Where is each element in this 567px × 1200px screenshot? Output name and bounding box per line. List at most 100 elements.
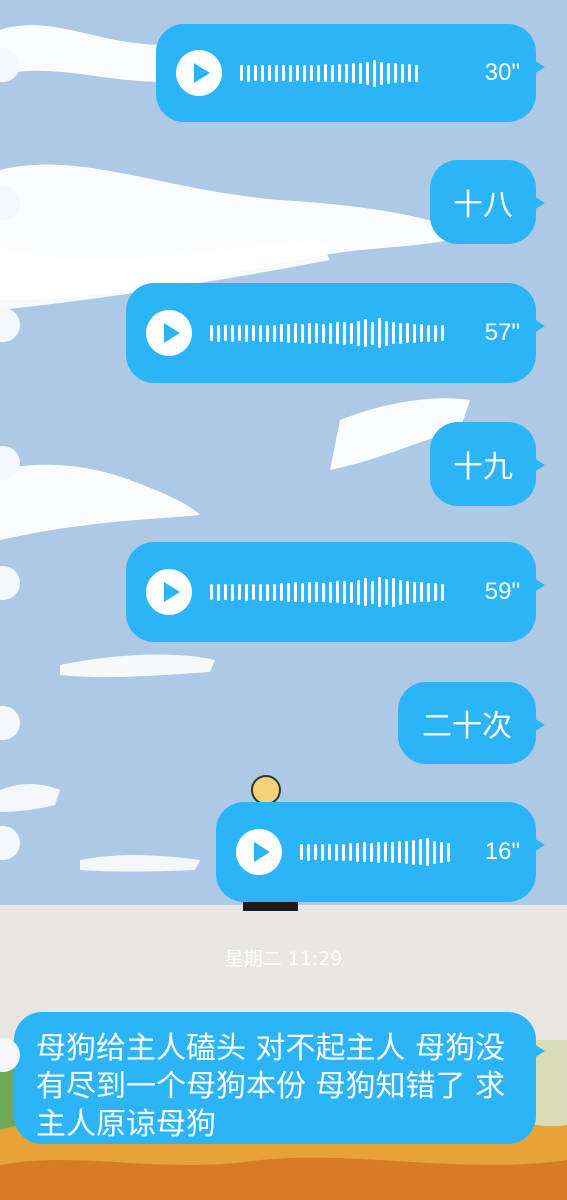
waveform-bar	[441, 325, 444, 341]
waveform-bar	[324, 64, 327, 82]
waveform-bar	[371, 580, 374, 604]
waveform-bar	[387, 62, 390, 84]
waveform-bar	[335, 843, 338, 861]
waveform-bar	[322, 582, 325, 602]
waveform-bar	[345, 63, 348, 83]
message-timestamp: 星期二 11:29	[224, 948, 343, 970]
waveform-bar	[303, 64, 306, 82]
waveform-bar	[434, 583, 437, 601]
waveform-bar	[245, 583, 248, 601]
waveform-bar	[280, 583, 283, 601]
waveform-bar	[371, 321, 374, 345]
waveform-bar	[419, 839, 422, 865]
waveform-bar	[247, 64, 250, 82]
waveform-bar	[287, 582, 290, 602]
waveform-bar	[363, 842, 366, 862]
waveform-bar	[364, 319, 367, 347]
waveform-bar	[300, 844, 303, 860]
waveform-bar	[238, 584, 241, 600]
waveform-bar	[352, 63, 355, 83]
waveform-bar	[240, 65, 243, 81]
waveform-bar	[314, 844, 317, 860]
waveform-bar	[441, 583, 444, 601]
play-icon[interactable]	[176, 50, 222, 96]
waveform-bar	[266, 324, 269, 342]
waveform-bar	[338, 64, 341, 82]
text-message-bubble[interactable]: 十八	[430, 160, 545, 244]
waveform-bar	[415, 64, 418, 82]
waveform-bar	[342, 843, 345, 861]
waveform-bar	[282, 65, 285, 81]
waveform-bar	[392, 577, 395, 607]
text-message-bubble[interactable]: 十九	[430, 422, 545, 506]
waveform-bar	[420, 582, 423, 602]
waveform-bar	[287, 323, 290, 343]
waveform-bar	[275, 64, 278, 82]
waveform-bar	[315, 323, 318, 343]
play-icon[interactable]	[146, 310, 192, 356]
waveform-bar	[433, 840, 436, 864]
waveform-bar	[357, 579, 360, 605]
waveform-bar	[294, 582, 297, 602]
waveform-bar	[420, 324, 423, 342]
waveform-bar	[336, 581, 339, 603]
text-message-bubble[interactable]: 二十次	[398, 682, 545, 764]
waveform-bar	[405, 840, 408, 864]
voice-waveform	[210, 318, 475, 348]
waveform-bar	[373, 59, 376, 87]
waveform-bar	[377, 841, 380, 863]
waveform-bar	[413, 323, 416, 343]
waveform-bar	[301, 323, 304, 343]
waveform-bar	[329, 322, 332, 344]
waveform-bar	[266, 583, 269, 601]
play-icon[interactable]	[146, 569, 192, 615]
waveform-bar	[301, 582, 304, 602]
waveform-bar	[399, 322, 402, 344]
waveform-bar	[426, 838, 429, 866]
voice-waveform	[300, 838, 475, 866]
voice-message-bubble[interactable]: 57"	[126, 283, 545, 383]
waveform-bar	[370, 842, 373, 862]
waveform-bar	[406, 580, 409, 604]
play-icon[interactable]	[236, 829, 282, 875]
waveform-bar	[273, 583, 276, 601]
waveform-bar	[280, 324, 283, 342]
waveform-bar	[357, 320, 360, 346]
waveform-bar	[378, 318, 381, 348]
waveform-bar	[224, 325, 227, 341]
waveform-bar	[238, 325, 241, 341]
message-text: 十八	[453, 188, 513, 223]
waveform-bar	[261, 64, 264, 82]
waveform-bar	[322, 323, 325, 343]
waveform-bar	[310, 65, 313, 81]
waveform-bar	[378, 577, 381, 607]
waveform-bar	[392, 322, 395, 344]
voice-message-bubble[interactable]: 30"	[156, 24, 545, 122]
text-message-bubble[interactable]: 母狗给主人磕头 对不起主人 母狗没有尽到一个母狗本份 母狗知错了 求主人原谅母狗	[14, 1012, 545, 1144]
waveform-bar	[315, 582, 318, 602]
voice-duration: 30"	[484, 59, 520, 86]
waveform-bar	[401, 63, 404, 83]
waveform-bar	[364, 578, 367, 606]
voice-message-bubble[interactable]: 59"	[126, 542, 545, 642]
waveform-bar	[447, 842, 450, 862]
voice-message-bubble[interactable]: 16"	[216, 802, 545, 902]
waveform-bar	[336, 322, 339, 344]
waveform-bar	[231, 583, 234, 601]
waveform-bar	[210, 325, 213, 341]
voice-waveform	[210, 577, 475, 607]
voice-duration: 16"	[484, 838, 520, 865]
waveform-bar	[307, 843, 310, 861]
message-text: 二十次	[422, 709, 512, 744]
waveform-bar	[366, 61, 369, 85]
waveform-bar	[350, 322, 353, 344]
waveform-bar	[427, 582, 430, 602]
waveform-bar	[427, 324, 430, 342]
waveform-bar	[343, 321, 346, 345]
waveform-bar	[294, 323, 297, 343]
waveform-bar	[329, 581, 332, 603]
waveform-bar	[273, 324, 276, 342]
waveform-bar	[308, 581, 311, 603]
waveform-bar	[259, 583, 262, 601]
waveform-bar	[296, 65, 299, 81]
